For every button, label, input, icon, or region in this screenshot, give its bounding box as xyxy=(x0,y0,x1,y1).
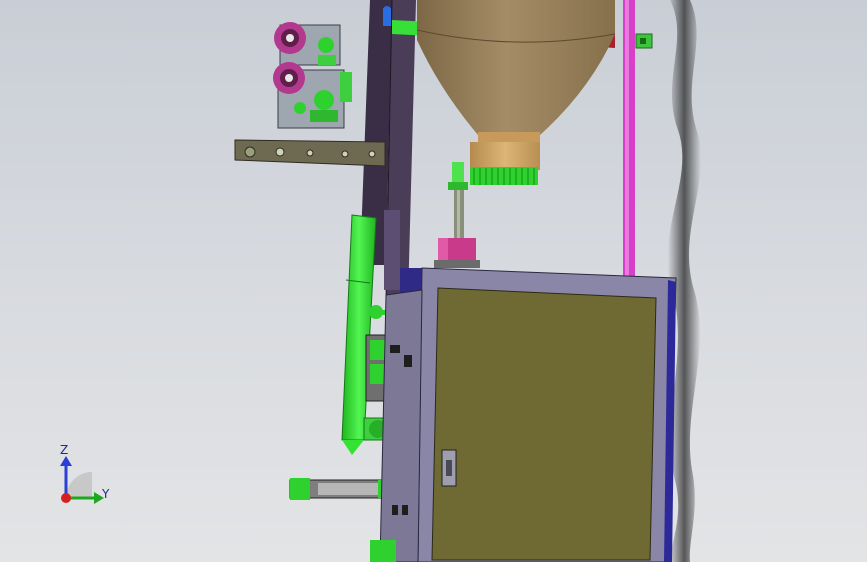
coordinate-triad: Z Y xyxy=(60,443,110,504)
dosing-shaft[interactable] xyxy=(448,162,468,238)
support-arm[interactable] xyxy=(234,139,386,167)
pneumatic-pipe[interactable] xyxy=(623,0,653,280)
film-reel-lower[interactable] xyxy=(273,62,352,129)
x-axis-dot xyxy=(61,493,71,503)
door-handle[interactable] xyxy=(441,449,457,487)
brush-feeder[interactable] xyxy=(470,167,538,185)
film-reel-upper[interactable] xyxy=(274,22,341,66)
dosing-motor[interactable] xyxy=(434,238,480,268)
z-axis-label: Z xyxy=(60,443,68,457)
hopper-collar[interactable] xyxy=(470,132,540,170)
cad-viewport[interactable]: Z Y xyxy=(0,0,867,562)
hopper-cone[interactable] xyxy=(416,0,616,135)
cad-scene[interactable]: Z Y xyxy=(0,0,867,562)
z-axis-arrow xyxy=(60,456,72,466)
cabinet-door[interactable] xyxy=(431,287,657,561)
y-axis-label: Y xyxy=(101,487,110,501)
